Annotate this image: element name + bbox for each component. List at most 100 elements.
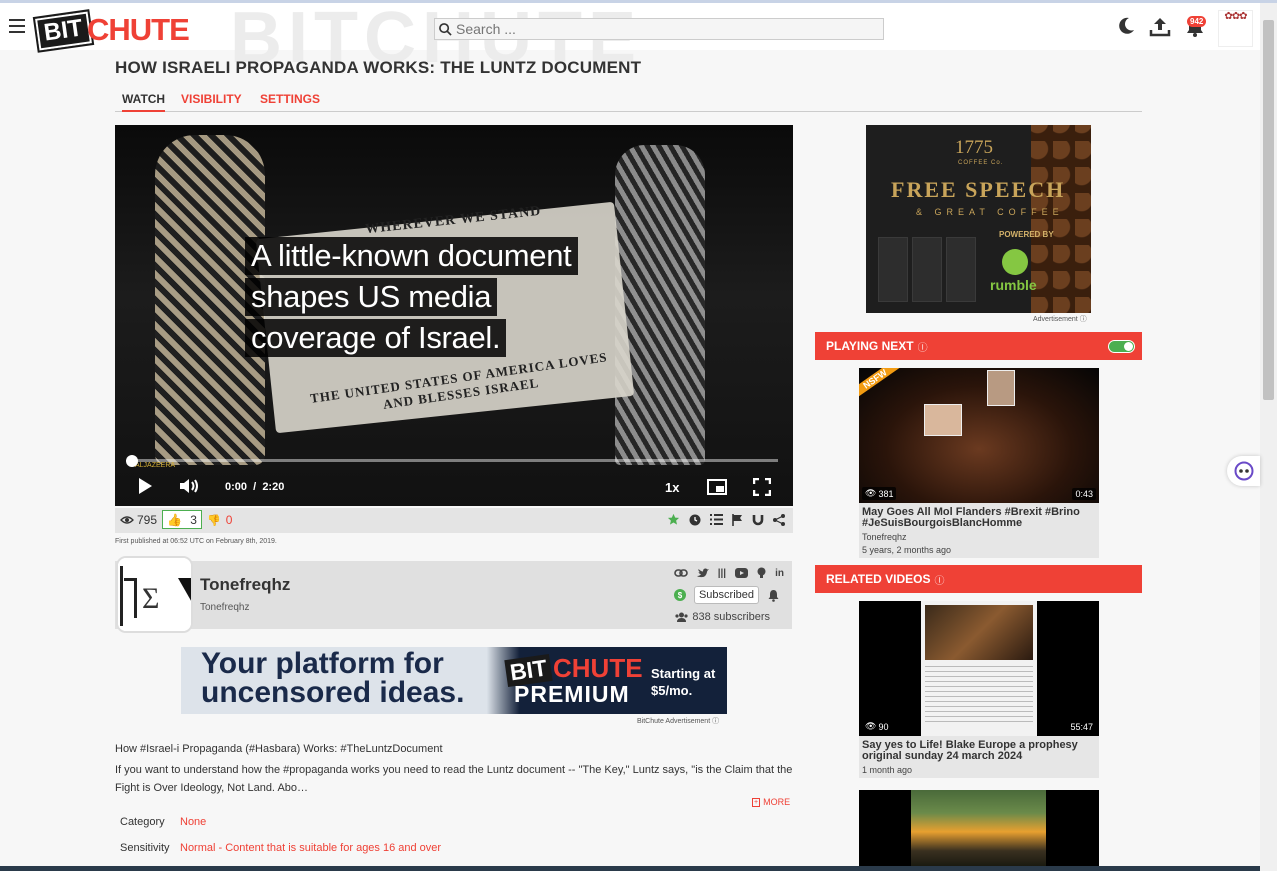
upload-icon[interactable] [1149, 16, 1171, 38]
more-label: MORE [763, 797, 791, 807]
action-icons [667, 513, 785, 526]
tab-visibility[interactable]: VISIBILITY [181, 92, 242, 106]
playing-next-header: PLAYING NEXT ⓘ [815, 332, 1142, 360]
twitter-icon[interactable] [696, 568, 709, 578]
subscribe-row: $ Subscribed [673, 586, 780, 604]
sensitivity-value[interactable]: Normal - Content that is suitable for ag… [180, 842, 441, 854]
description-body: If you want to understand how the #propa… [115, 764, 793, 794]
category-value[interactable]: None [180, 816, 206, 828]
eye-icon [120, 516, 134, 524]
site-logo[interactable]: BIT CHUTE [32, 9, 212, 53]
playing-next-card[interactable]: NSFW 👁 381 0:43 May Goes All Mol Flanders… [859, 368, 1099, 558]
search-box[interactable] [434, 18, 884, 40]
duration-badge: 55:47 [1067, 721, 1096, 733]
site-header: BITCHUTE BIT CHUTE 942 ✿✿✿ [0, 0, 1260, 78]
seek-bar[interactable] [133, 459, 778, 462]
flag-icon[interactable] [732, 513, 743, 526]
notification-bell-icon[interactable] [767, 589, 780, 602]
premium-ad-price: Starting at $5/mo. [651, 665, 715, 699]
watch-later-clock-icon[interactable] [689, 514, 701, 526]
card-date: 5 years, 2 months ago [862, 545, 952, 555]
seek-handle[interactable] [126, 455, 138, 467]
related-video-card[interactable]: 👁 90 55:47 Say yes to Life! Blake Europe … [859, 601, 1099, 778]
playback-speed[interactable]: 1x [665, 480, 679, 495]
duration-badge: 0:43 [1072, 488, 1096, 500]
premium-ad-line2: uncensored ideas. [201, 676, 465, 709]
coffee-ad-headline: FREE SPEECH [891, 177, 1066, 202]
related-videos-header: RELATED VIDEOS ⓘ [815, 565, 1142, 593]
channel-bar: Σ Tonefreqhz Tonefreqhz ||| in $ Subscri… [115, 556, 792, 633]
svg-text:Σ: Σ [142, 582, 159, 615]
published-date: First published at 06:52 UTC on February… [115, 538, 277, 545]
odysee-icon[interactable]: ||| [718, 568, 726, 579]
playlist-icon[interactable] [710, 514, 723, 525]
help-icon[interactable]: ⓘ [712, 718, 719, 725]
tab-settings[interactable]: SETTINGS [260, 92, 320, 106]
share-icon[interactable] [773, 513, 785, 526]
like-button[interactable]: 👍 3 [162, 510, 202, 529]
picture-in-picture-icon[interactable] [707, 479, 727, 495]
eye-icon: 👁 [865, 721, 877, 731]
volume-icon[interactable] [179, 477, 201, 495]
bulb-icon[interactable] [757, 567, 766, 579]
youtube-icon[interactable] [735, 568, 749, 578]
rumble-logo-icon [1002, 249, 1028, 275]
help-icon[interactable]: ⓘ [1080, 316, 1087, 323]
autoplay-toggle[interactable] [1108, 340, 1135, 353]
user-avatar[interactable]: ✿✿✿ [1218, 10, 1253, 47]
views: 90 [878, 721, 889, 732]
bitchute-ad-label: BitChute Advertisement ⓘ [637, 716, 719, 726]
rumble-wordmark: rumble [990, 277, 1037, 293]
play-icon[interactable] [137, 477, 153, 495]
users-icon [675, 612, 688, 622]
video-caption: A little-known document shapes US media … [245, 237, 578, 360]
help-icon[interactable]: ⓘ [934, 572, 944, 587]
video-thumbnail[interactable]: 👁 90 55:47 [859, 601, 1099, 736]
video-thumbnail[interactable]: NSFW 👁 381 0:43 [859, 368, 1099, 503]
link-icon[interactable] [673, 568, 688, 578]
channel-name[interactable]: Tonefreqhz [200, 575, 290, 595]
coffee-ad[interactable]: 1775 COFFEE Co. FREE SPEECH & GREAT COFF… [866, 125, 1091, 313]
playing-next-title: PLAYING NEXT [826, 339, 914, 353]
tip-dollar-icon[interactable]: $ [673, 589, 686, 601]
card-title[interactable]: May Goes All Mol Flanders #Brexit #Brino… [859, 503, 1099, 529]
coffee-brand-number: 1775 [955, 137, 993, 158]
premium-ad-line1: Your platform for [201, 647, 444, 680]
favorite-star-icon[interactable] [667, 513, 680, 526]
magnet-icon[interactable] [752, 514, 764, 526]
channel-social-links: ||| in [673, 567, 784, 579]
description-line1: How #Israel-i Propaganda (#Hasbara) Work… [115, 743, 443, 755]
card-date: 1 month ago [862, 765, 913, 775]
assistant-float-button[interactable] [1227, 456, 1260, 486]
subscribe-button[interactable]: Subscribed [693, 586, 759, 604]
page-scrollbar-thumb[interactable] [1263, 20, 1274, 400]
menu-icon[interactable] [9, 19, 25, 33]
card-title[interactable]: Say yes to Life! Blake Europe a prophesy… [859, 736, 1099, 762]
related-videos-title: RELATED VIDEOS [826, 572, 931, 586]
card-channel[interactable]: Tonefreqhz [859, 529, 1099, 542]
premium-ad-banner[interactable]: Your platform for uncensored ideas. BIT … [181, 647, 727, 714]
help-icon[interactable]: ⓘ [918, 339, 928, 354]
dislike-button[interactable]: 👎 0 [207, 513, 232, 527]
premium-ad-price-line1: Starting at [651, 666, 716, 681]
caption-line: shapes US media [245, 278, 498, 316]
coffee-brand-co: COFFEE Co. [958, 160, 1004, 166]
linkedin-icon[interactable]: in [775, 568, 784, 579]
view-count: 795 [120, 513, 157, 527]
video-thumbnail[interactable] [911, 790, 1046, 866]
caption-line: A little-known document [245, 237, 578, 275]
thumbs-up-icon: 👍 [167, 512, 183, 527]
more-button[interactable]: + MORE [752, 797, 790, 807]
related-video-card[interactable] [859, 790, 1099, 866]
dislike-count: 0 [225, 513, 233, 527]
fullscreen-icon[interactable] [753, 478, 771, 496]
channel-avatar[interactable]: Σ [116, 556, 193, 633]
coffee-ad-powered: POWERED BY [999, 230, 1054, 239]
dark-mode-icon[interactable] [1116, 16, 1136, 36]
time-display: 0:00 / 2:20 [225, 481, 285, 493]
tab-watch[interactable]: WATCH [122, 92, 166, 112]
search-input[interactable] [456, 21, 856, 37]
sidebar-ad-label-text: Advertisement [1033, 316, 1078, 323]
search-icon [439, 22, 452, 36]
video-player[interactable]: WHEREVER WE STAND THE UNITED STATES OF A… [115, 125, 793, 506]
